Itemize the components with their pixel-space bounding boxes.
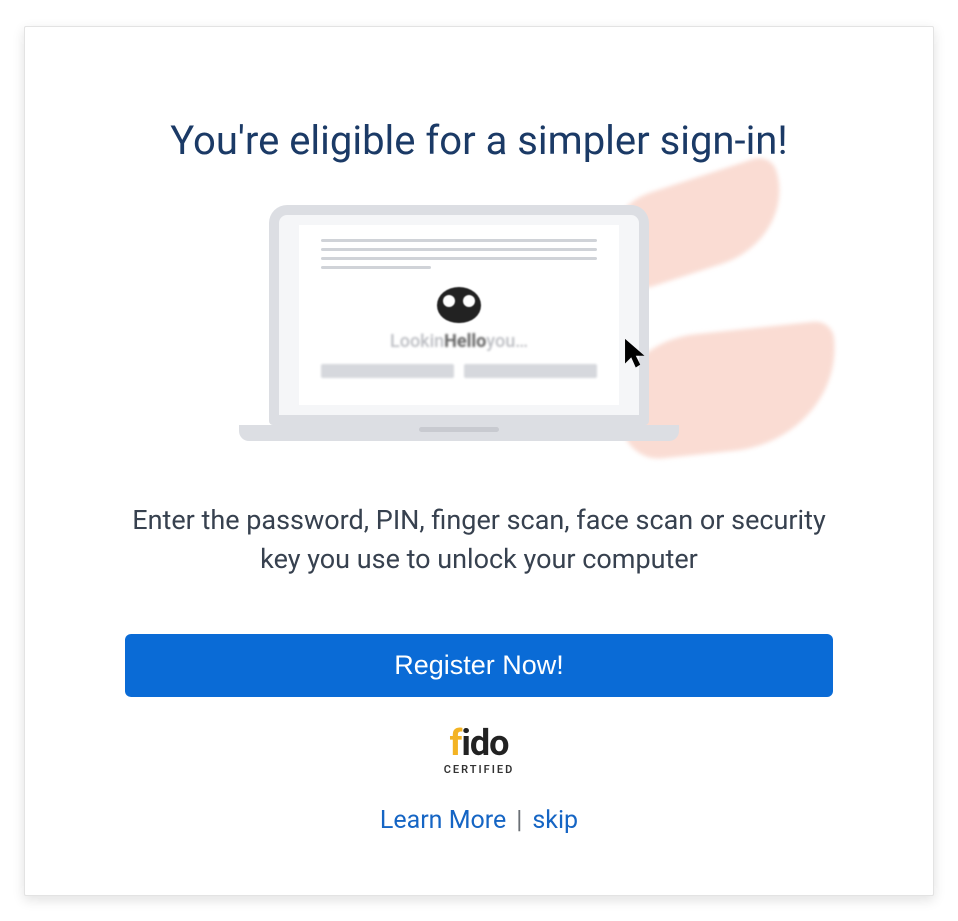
description-text: Enter the password, PIN, finger scan, fa… <box>125 501 833 579</box>
placeholder-buttons <box>321 364 597 378</box>
placeholder-button <box>321 364 454 378</box>
skip-link[interactable]: skip <box>532 806 578 835</box>
fido-logo-letter: ido <box>461 722 508 764</box>
placeholder-line <box>321 248 597 251</box>
avatar-icon <box>437 287 481 323</box>
fido-certified-label: CERTIFIED <box>444 763 515 776</box>
illustration-text: LookinHelloyou… <box>321 331 597 352</box>
illustration-text-part: Lookin <box>390 331 444 352</box>
illustration-text-part: you… <box>486 331 528 352</box>
laptop-screen: LookinHelloyou… <box>299 225 619 405</box>
signin-eligibility-card: You're eligible for a simpler sign-in! L… <box>24 26 934 896</box>
fido-certified-logo: fido CERTIFIED <box>444 725 515 776</box>
laptop-base-icon <box>239 425 679 441</box>
placeholder-button <box>464 364 597 378</box>
placeholder-line <box>321 266 431 269</box>
footer-links: Learn More | skip <box>380 806 578 835</box>
placeholder-line <box>321 257 597 260</box>
laptop-icon: LookinHelloyou… <box>269 205 649 425</box>
illustration: LookinHelloyou… <box>239 199 719 452</box>
placeholder-line <box>321 239 597 242</box>
fido-logo-letter: f <box>449 722 461 764</box>
fido-logo-text: fido <box>449 725 508 761</box>
separator: | <box>516 806 522 835</box>
illustration-text-part: Hello <box>444 331 486 352</box>
learn-more-link[interactable]: Learn More <box>380 806 506 835</box>
register-button[interactable]: Register Now! <box>125 634 833 696</box>
page-title: You're eligible for a simpler sign-in! <box>170 117 787 164</box>
